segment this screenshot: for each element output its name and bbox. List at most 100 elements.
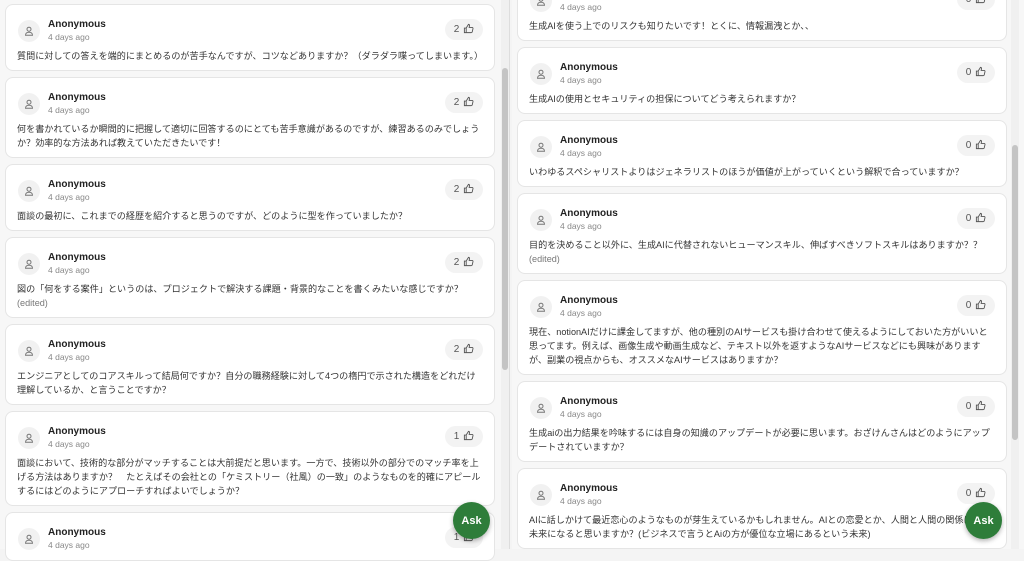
author-name: Anonymous — [560, 396, 618, 407]
ask-button[interactable]: Ask — [453, 502, 490, 539]
timestamp: 4 days ago — [560, 409, 602, 419]
upvote-button[interactable]: 0 — [957, 135, 995, 156]
avatar-user-icon — [530, 209, 552, 231]
thumbs-up-icon — [975, 139, 986, 153]
question-text: 現在、notionAIだけに課金してますが、他の種別のAIサービスも掛け合わせて… — [529, 325, 996, 367]
upvote-button[interactable]: 2 — [445, 179, 483, 200]
avatar-user-icon — [18, 528, 40, 550]
question-card: Anonymous 4 days ago 2 質問に対しての答えを端的にまとめるの… — [5, 4, 495, 71]
vote-count: 1 — [453, 431, 460, 442]
thumbs-up-icon — [975, 0, 986, 7]
question-text: 目的を決めること以外に、生成AIに代替されないヒューマンスキル、伸ばすべきソフト… — [529, 238, 996, 266]
thumbs-up-icon — [463, 96, 474, 110]
question-text: 生成AIの使用とセキュリティの担保についてどう考えられますか？ — [529, 92, 996, 106]
question-list: Anonymous 4 days ago 0 生成AIを使う上でのリスクも知りたい… — [517, 0, 1007, 549]
timestamp: 4 days ago — [560, 496, 602, 506]
upvote-button[interactable]: 2 — [445, 19, 483, 40]
vote-count: 2 — [453, 184, 460, 195]
question-text: 面談において、技術的な部分がマッチすることは大前提だと思います。一方で、技術以外… — [17, 456, 484, 498]
upvote-button[interactable]: 0 — [957, 208, 995, 229]
timestamp: 4 days ago — [48, 32, 90, 42]
scrollbar[interactable] — [501, 0, 509, 549]
question-text: 図の「何をする案件」というのは、プロジェクトで解決する課題・背景的なことを書くみ… — [17, 282, 484, 310]
thumbs-up-icon — [463, 343, 474, 357]
thumbs-up-icon — [975, 212, 986, 226]
avatar-user-icon — [18, 253, 40, 275]
ask-button[interactable]: Ask — [965, 502, 1002, 539]
upvote-button[interactable]: 0 — [957, 0, 995, 10]
question-header: Anonymous 4 days ago — [17, 424, 484, 452]
question-card: Anonymous 4 days ago 0 生成AIを使う上でのリスクも知りたい… — [517, 0, 1007, 41]
vote-count: 0 — [965, 488, 972, 499]
question-header: Anonymous 4 days ago — [17, 337, 484, 365]
upvote-button[interactable]: 0 — [957, 295, 995, 316]
upvote-button[interactable]: 0 — [957, 396, 995, 417]
vote-count: 0 — [965, 213, 972, 224]
upvote-button[interactable]: 1 — [445, 426, 483, 447]
left-qa-panel: Anonymous 4 days ago 2 質問に対しての答えを端的にまとめるの… — [0, 0, 510, 561]
thumbs-up-icon — [975, 299, 986, 313]
timestamp: 4 days ago — [560, 2, 602, 12]
avatar-user-icon — [530, 397, 552, 419]
question-card: Anonymous 4 days ago 0 目的を決めること以外に、生成AIに代… — [517, 193, 1007, 274]
question-body: 質問に対しての答えを端的にまとめるのが苦手なんですが、コツなどありますか？（ダラ… — [17, 51, 484, 61]
timestamp: 4 days ago — [48, 439, 90, 449]
question-body: 目的を決めること以外に、生成AIに代替されないヒューマンスキル、伸ばすべきソフト… — [529, 240, 983, 250]
scrollbar-thumb[interactable] — [502, 68, 508, 370]
upvote-button[interactable]: 2 — [445, 339, 483, 360]
author-name: Anonymous — [48, 252, 106, 263]
timestamp: 4 days ago — [560, 75, 602, 85]
question-body: 生成AIを使う上でのリスクも知りたいです！とくに、情報漏洩とか、、 — [529, 21, 814, 31]
author-name: Anonymous — [48, 527, 106, 538]
question-header: Anonymous 4 days ago — [529, 133, 996, 161]
question-body: 図の「何をする案件」というのは、プロジェクトで解決する課題・背景的なことを書くみ… — [17, 284, 463, 294]
question-text: 面談の最初に、これまでの経歴を紹介すると思うのですが、どのように型を作っていまし… — [17, 209, 484, 223]
author-name: Anonymous — [560, 483, 618, 494]
question-text: 生成aiの出力結果を吟味するには自身の知識のアップデートが必要に思います。おざけ… — [529, 426, 996, 454]
avatar-user-icon — [530, 136, 552, 158]
question-header: Anonymous 4 days ago — [529, 0, 996, 15]
thumbs-up-icon — [975, 400, 986, 414]
timestamp: 4 days ago — [560, 308, 602, 318]
author-name: Anonymous — [48, 19, 106, 30]
question-header: Anonymous 4 days ago — [17, 17, 484, 45]
thumbs-up-icon — [463, 430, 474, 444]
question-body: AIに話しかけて最近恋心のようなものが芽生えているかもしれません。AIとの恋愛と… — [529, 515, 991, 539]
question-card: Anonymous 4 days ago 1 面談において、技術的な部分がマッチす… — [5, 411, 495, 506]
vote-count: 2 — [453, 97, 460, 108]
question-card: Anonymous 4 days ago 0 生成AIの使用とセキュリティの担保に… — [517, 47, 1007, 114]
timestamp: 4 days ago — [48, 192, 90, 202]
right-qa-panel: Anonymous 4 days ago 0 生成AIを使う上でのリスクも知りたい… — [512, 0, 1024, 549]
question-body: 生成aiの出力結果を吟味するには自身の知識のアップデートが必要に思います。おざけ… — [529, 428, 990, 452]
question-body: 面談において、技術的な部分がマッチすることは大前提だと思います。一方で、技術以外… — [17, 458, 481, 496]
question-text: エンジニアとしてのコアスキルって結局何ですか？自分の職務経験に対して4つの楕円で… — [17, 369, 484, 397]
question-card: Anonymous 4 days ago 0 いわゆるスペシャリストよりはジェネラ… — [517, 120, 1007, 187]
question-header: Anonymous 4 days ago — [17, 177, 484, 205]
edited-label: (edited) — [529, 254, 560, 264]
upvote-button[interactable]: 2 — [445, 92, 483, 113]
author-name: Anonymous — [48, 339, 106, 350]
thumbs-up-icon — [463, 23, 474, 37]
scrollbar-thumb[interactable] — [1012, 145, 1018, 440]
author-name: Anonymous — [48, 179, 106, 190]
thumbs-up-icon — [975, 487, 986, 501]
vote-count: 0 — [965, 67, 972, 78]
question-card: Anonymous 4 days ago 0 生成aiの出力結果を吟味するには自身… — [517, 381, 1007, 462]
upvote-button[interactable]: 2 — [445, 252, 483, 273]
author-name: Anonymous — [560, 208, 618, 219]
avatar-user-icon — [530, 296, 552, 318]
author-name: Anonymous — [48, 426, 106, 437]
question-header: Anonymous 4 days ago — [529, 293, 996, 321]
vote-count: 2 — [453, 24, 460, 35]
question-header: Anonymous 4 days ago — [17, 90, 484, 118]
question-header: Anonymous 4 days ago — [529, 481, 996, 509]
vote-count: 0 — [965, 300, 972, 311]
question-card: Anonymous 4 days ago 1 — [5, 512, 495, 561]
upvote-button[interactable]: 0 — [957, 62, 995, 83]
avatar-user-icon — [530, 63, 552, 85]
scrollbar[interactable] — [1011, 0, 1019, 549]
edited-label: (edited) — [17, 298, 48, 308]
timestamp: 4 days ago — [560, 148, 602, 158]
question-body: 現在、notionAIだけに課金してますが、他の種別のAIサービスも掛け合わせて… — [529, 327, 988, 365]
upvote-button[interactable]: 0 — [957, 483, 995, 504]
